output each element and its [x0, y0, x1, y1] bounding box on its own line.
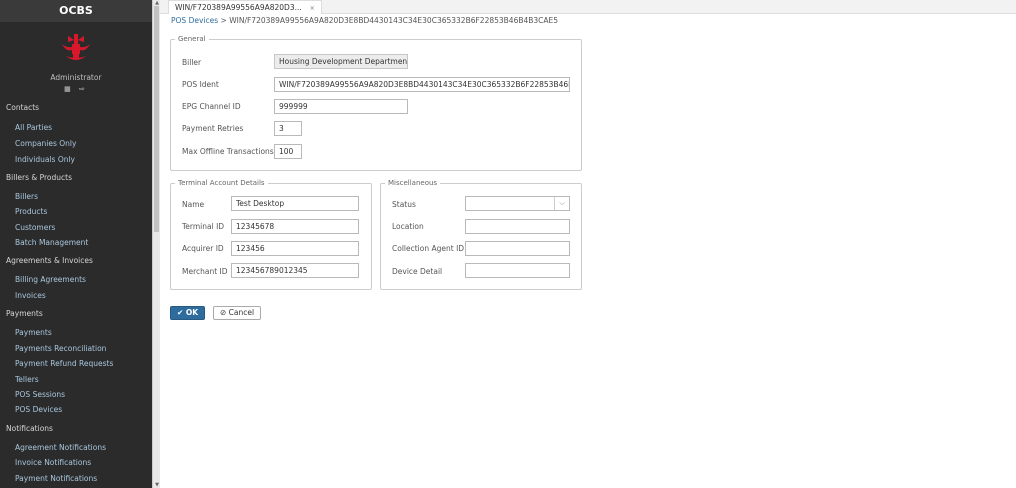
sidebar-item-billing-agreements[interactable]: Billing Agreements	[15, 275, 86, 284]
sidebar-item-pos-devices[interactable]: POS Devices	[15, 405, 62, 414]
sidebar-item-payments-reconciliation[interactable]: Payments Reconciliation	[15, 344, 106, 353]
device-detail-input[interactable]	[465, 263, 570, 278]
sidebar-item-pos-sessions[interactable]: POS Sessions	[15, 390, 65, 399]
chevron-down-icon[interactable]: ⌵	[554, 197, 569, 210]
pos-ident-input[interactable]: WIN/F720389A99556A9A820D3E8BD4430143C34E…	[274, 77, 570, 92]
sidebar-section-billers-products[interactable]: Billers & Products	[6, 173, 72, 182]
breadcrumb: POS Devices > WIN/F720389A99556A9A820D3E…	[171, 16, 558, 25]
breadcrumb-current: WIN/F720389A99556A9A820D3E8BD4430143C34E…	[229, 16, 559, 25]
acquirer-id-label: Acquirer ID	[182, 244, 224, 253]
payment-retries-label: Payment Retries	[182, 124, 244, 133]
terminal-id-label: Terminal ID	[182, 222, 225, 231]
sidebar-item-all-parties[interactable]: All Parties	[15, 123, 52, 132]
biller-field: Housing Development Department	[274, 54, 408, 69]
sidebar-item-agreement-notifications[interactable]: Agreement Notifications	[15, 443, 106, 452]
app-title: OCBS	[0, 0, 152, 22]
tab-label: WIN/F720389A99556A9A820D3...	[175, 3, 302, 12]
terminal-name-input[interactable]: Test Desktop	[231, 196, 359, 211]
status-label: Status	[392, 200, 416, 209]
merchant-id-label: Merchant ID	[182, 267, 228, 276]
close-icon[interactable]: ×	[310, 5, 315, 12]
sidebar-item-payments[interactable]: Payments	[15, 328, 52, 337]
sidebar-item-companies-only[interactable]: Companies Only	[15, 139, 76, 148]
sidebar-section-contacts[interactable]: Contacts	[6, 103, 39, 112]
sidebar-item-invoices[interactable]: Invoices	[15, 291, 46, 300]
scroll-down-icon[interactable]: ▼	[154, 482, 160, 488]
ok-button[interactable]: ✔ OK	[170, 306, 206, 320]
app-window: OCBS Administrator ▦ ⇨ Contacts All Part…	[0, 0, 1016, 488]
breadcrumb-link-pos-devices[interactable]: POS Devices	[171, 16, 218, 25]
sidebar-item-products[interactable]: Products	[15, 207, 47, 216]
sidebar-item-payment-notifications[interactable]: Payment Notifications	[15, 474, 97, 483]
tab-pos-device[interactable]: WIN/F720389A99556A9A820D3... ×	[168, 0, 322, 14]
sidebar-item-individuals-only[interactable]: Individuals Only	[15, 155, 75, 164]
breadcrumb-separator: >	[220, 16, 227, 25]
payment-retries-input[interactable]: 3	[274, 121, 302, 136]
epg-channel-input[interactable]: 999999	[274, 99, 408, 114]
epg-channel-label: EPG Channel ID	[182, 102, 241, 111]
sidebar-item-batch-management[interactable]: Batch Management	[15, 238, 88, 247]
cancel-button[interactable]: ⊘ Cancel	[213, 306, 262, 320]
sidebar-item-payment-refund-requests[interactable]: Payment Refund Requests	[15, 359, 113, 368]
general-legend: General	[178, 35, 206, 43]
emblem-icon	[62, 34, 90, 60]
location-input[interactable]	[465, 219, 570, 234]
acquirer-id-input[interactable]: 123456	[231, 241, 359, 256]
max-offline-input[interactable]: 100	[274, 144, 302, 159]
tab-bar: WIN/F720389A99556A9A820D3... ×	[160, 0, 1016, 14]
sidebar-scrollbar[interactable]: ▲ ▼	[152, 0, 160, 488]
terminal-legend: Terminal Account Details	[178, 179, 265, 187]
sidebar-section-payments[interactable]: Payments	[6, 309, 43, 318]
terminal-id-input[interactable]: 12345678	[231, 219, 359, 234]
user-name: Administrator	[50, 73, 102, 82]
sidebar-item-customers[interactable]: Customers	[15, 223, 55, 232]
sidebar-item-billers[interactable]: Billers	[15, 192, 38, 201]
misc-legend: Miscellaneous	[388, 179, 438, 187]
pos-ident-label: POS Ident	[182, 80, 219, 89]
collection-agent-input[interactable]	[465, 241, 570, 256]
sidebar: OCBS Administrator ▦ ⇨ Contacts All Part…	[0, 0, 152, 488]
sidebar-item-tellers[interactable]: Tellers	[15, 375, 39, 384]
collection-agent-label: Collection Agent ID	[392, 244, 465, 253]
user-icons[interactable]: ▦ ⇨	[0, 85, 152, 93]
sidebar-section-agreements-invoices[interactable]: Agreements & Invoices	[6, 256, 93, 265]
device-detail-label: Device Detail	[392, 267, 443, 276]
max-offline-label: Max Offline Transactions	[182, 147, 274, 156]
sidebar-section-notifications[interactable]: Notifications	[6, 424, 53, 433]
merchant-id-input[interactable]: 123456789012345	[231, 263, 359, 278]
scrollbar-thumb[interactable]	[154, 6, 159, 232]
sidebar-item-invoice-notifications[interactable]: Invoice Notifications	[15, 458, 91, 467]
status-select[interactable]: ⌵	[465, 196, 570, 211]
location-label: Location	[392, 222, 424, 231]
biller-label: Biller	[182, 58, 202, 67]
terminal-name-label: Name	[182, 200, 205, 209]
